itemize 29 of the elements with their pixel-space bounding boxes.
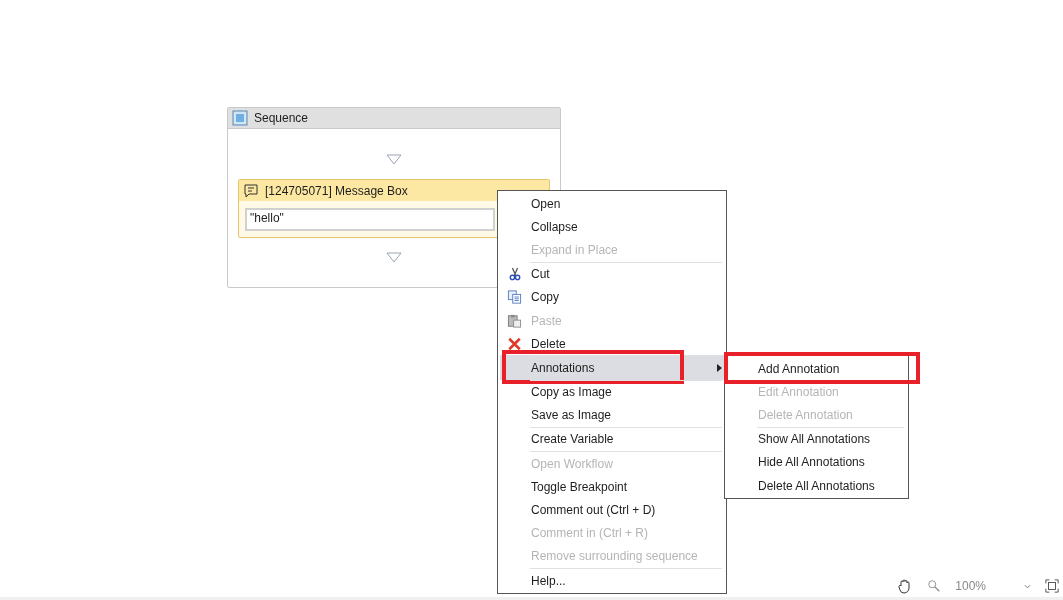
chevron-down-icon[interactable]	[1024, 583, 1031, 589]
menu-item[interactable]: Toggle Breakpoint	[500, 475, 724, 499]
menu-item[interactable]: Delete All Annotations	[727, 473, 906, 498]
menu-item[interactable]: Annotations	[500, 355, 724, 380]
drop-arrow-icon	[386, 252, 402, 263]
menu-item[interactable]: Cut	[500, 261, 724, 286]
menu-item[interactable]: Help...	[500, 568, 724, 593]
menu-item[interactable]: Copy as Image	[500, 379, 724, 404]
menu-item[interactable]: Create Variable	[500, 426, 724, 452]
activity-title: [124705071] Message Box	[265, 183, 408, 198]
menu-item[interactable]: Comment out (Ctrl + D)	[500, 498, 724, 522]
scissors-icon	[508, 267, 521, 282]
fit-screen-icon[interactable]	[1045, 579, 1059, 593]
zoom-level[interactable]: 100%	[955, 579, 986, 593]
menu-item[interactable]: Save as Image	[500, 403, 724, 427]
menu-item[interactable]: Copy	[500, 285, 724, 309]
delete-icon	[507, 336, 522, 351]
menu-item[interactable]: Add Annotation	[727, 357, 906, 381]
menu-item[interactable]: Show All Annotations	[727, 426, 906, 451]
menu-item[interactable]: Delete	[500, 332, 724, 356]
search-icon[interactable]	[927, 579, 942, 593]
copy-icon	[507, 290, 522, 305]
message-icon	[243, 182, 259, 199]
text-field[interactable]: "hello"	[245, 208, 495, 231]
drop-arrow-icon	[386, 154, 402, 165]
sequence-title: Sequence	[254, 111, 309, 125]
paste-icon	[507, 313, 522, 328]
menu-item[interactable]: Hide All Annotations	[727, 450, 906, 474]
sequence-icon	[232, 110, 248, 126]
